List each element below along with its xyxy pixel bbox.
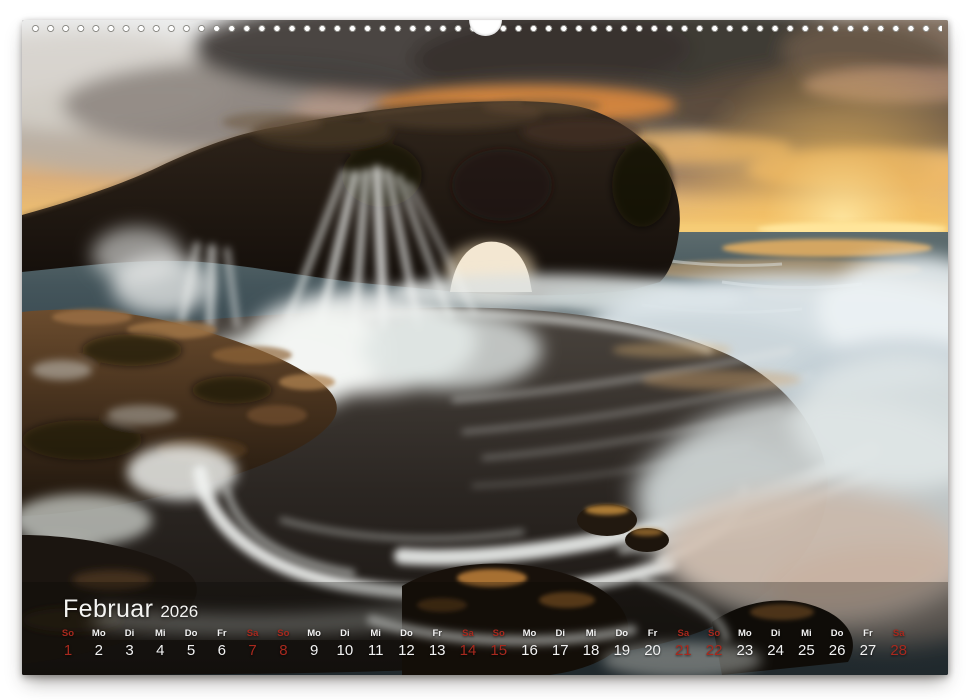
date-number: 9 (299, 642, 329, 659)
weekday-label: Di (545, 628, 575, 640)
calendar-day: Do 12 (391, 628, 421, 659)
date-number: 5 (176, 642, 206, 659)
date-number: 2 (84, 642, 114, 659)
product-photo-stage: Februar2026 So1Mo2Di3Mi4Do5Fr6Sa7So8Mo9D… (0, 0, 971, 700)
date-number: 21 (668, 642, 698, 659)
date-number: 3 (115, 642, 145, 659)
date-number: 6 (207, 642, 237, 659)
weekday-label: Di (115, 628, 145, 640)
date-number: 24 (761, 642, 791, 659)
calendar-day: Do 19 (607, 628, 637, 659)
calendar-day: Mo 2 (84, 628, 114, 659)
calendar-day: Mi 11 (361, 628, 391, 659)
weekday-label: Do (822, 628, 852, 640)
date-number: 8 (268, 642, 298, 659)
date-number: 11 (361, 642, 391, 659)
weekday-label: Fr (422, 628, 452, 640)
date-number: 20 (638, 642, 668, 659)
date-number: 28 (884, 642, 914, 659)
calendar-day: Mi 25 (791, 628, 821, 659)
weekday-label: So (53, 628, 83, 640)
date-number: 27 (853, 642, 883, 659)
weekday-label: Sa (668, 628, 698, 640)
date-number: 10 (330, 642, 360, 659)
date-number: 13 (422, 642, 452, 659)
calendar-day: Di 3 (115, 628, 145, 659)
date-number: 1 (53, 642, 83, 659)
calendar-day: Di 24 (761, 628, 791, 659)
calendar-day: Sa 21 (668, 628, 698, 659)
date-number: 7 (238, 642, 268, 659)
calendar-day: So 1 (53, 628, 83, 659)
weekday-label: Sa (453, 628, 483, 640)
calendar-day: So 22 (699, 628, 729, 659)
year-label: 2026 (160, 602, 198, 621)
weekday-label: Mo (84, 628, 114, 640)
calendar-title: Februar 2026 (63, 595, 198, 624)
date-number: 26 (822, 642, 852, 659)
weekday-label: Mo (514, 628, 544, 640)
calendar-day: Mo 16 (514, 628, 544, 659)
weekday-label: Mo (730, 628, 760, 640)
weekday-label: Fr (853, 628, 883, 640)
calendar-day: Fr 27 (853, 628, 883, 659)
weekday-label: Mi (145, 628, 175, 640)
calendar-day: Fr 6 (207, 628, 237, 659)
calendar-day: So 8 (268, 628, 298, 659)
weekday-label: Mi (576, 628, 606, 640)
calendar-day: Mo 23 (730, 628, 760, 659)
weekday-label: Sa (884, 628, 914, 640)
date-number: 14 (453, 642, 483, 659)
weekday-label: Mi (791, 628, 821, 640)
date-number: 19 (607, 642, 637, 659)
date-number: 4 (145, 642, 175, 659)
weekday-label: Fr (638, 628, 668, 640)
weekday-label: Di (761, 628, 791, 640)
date-number: 12 (391, 642, 421, 659)
calendar-day: Fr 20 (638, 628, 668, 659)
calendar-day: Sa 28 (884, 628, 914, 659)
weekday-label: Do (607, 628, 637, 640)
calendar-day: Mi 4 (145, 628, 175, 659)
calendar-day: Sa 7 (238, 628, 268, 659)
date-number: 16 (514, 642, 544, 659)
weekday-label: Do (176, 628, 206, 640)
weekday-label: So (268, 628, 298, 640)
calendar-day: Mi 18 (576, 628, 606, 659)
weekday-label: So (484, 628, 514, 640)
weekday-label: Do (391, 628, 421, 640)
date-number: 18 (576, 642, 606, 659)
calendar-day: Fr 13 (422, 628, 452, 659)
calendar-day: Do 26 (822, 628, 852, 659)
calendar-day: Mo 9 (299, 628, 329, 659)
landscape-photo (22, 20, 948, 675)
weekday-label: Di (330, 628, 360, 640)
calendar-day: So 15 (484, 628, 514, 659)
date-number: 15 (484, 642, 514, 659)
weekday-label: Sa (238, 628, 268, 640)
date-number: 23 (730, 642, 760, 659)
date-number: 25 (791, 642, 821, 659)
weekday-label: Fr (207, 628, 237, 640)
date-number: 22 (699, 642, 729, 659)
calendar-strip: Februar2026 So1Mo2Di3Mi4Do5Fr6Sa7So8Mo9D… (22, 582, 948, 675)
calendar-day-grid: So1Mo2Di3Mi4Do5Fr6Sa7So8Mo9Di10Mi11Do12F… (53, 628, 914, 659)
calendar-page: Februar2026 So1Mo2Di3Mi4Do5Fr6Sa7So8Mo9D… (22, 20, 948, 675)
weekday-label: So (699, 628, 729, 640)
weekday-label: Mi (361, 628, 391, 640)
month-label: Februar (63, 595, 153, 623)
date-number: 17 (545, 642, 575, 659)
calendar-day: Sa 14 (453, 628, 483, 659)
calendar-day: Di 17 (545, 628, 575, 659)
calendar-day: Do 5 (176, 628, 206, 659)
weekday-label: Mo (299, 628, 329, 640)
calendar-day: Di 10 (330, 628, 360, 659)
